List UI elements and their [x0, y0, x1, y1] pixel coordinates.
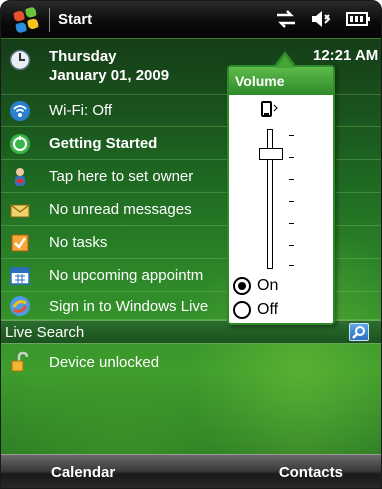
volume-popup: Volume On Off [227, 51, 335, 325]
battery-icon[interactable] [345, 10, 371, 28]
wifi-icon [9, 100, 31, 122]
device-status-label: Device unlocked [49, 353, 160, 371]
slider-tick [289, 223, 294, 224]
time-text: 12:21 AM [313, 47, 379, 64]
calendar-icon [9, 265, 31, 287]
today-item-label: Tap here to set owner [49, 168, 194, 185]
windows-flag-icon[interactable] [7, 1, 46, 39]
connectivity-icon[interactable] [275, 10, 297, 28]
today-item-label: Sign in to Windows Live [49, 297, 209, 315]
clock-icon [9, 49, 31, 75]
today-item-device-lock[interactable]: Device unlocked [1, 346, 381, 378]
speaker-muted-icon[interactable] [309, 9, 333, 29]
title-separator [49, 7, 50, 32]
softkey-contacts[interactable]: Contacts [279, 464, 343, 481]
sound-off-radio[interactable] [233, 301, 251, 319]
today-item-label: No unread messages [49, 201, 192, 218]
tasks-icon [9, 232, 31, 254]
device-screen: Start Thursday January 01, 2009 12:21 AM… [0, 0, 382, 489]
getting-started-icon [9, 133, 31, 155]
unlocked-padlock-icon [9, 351, 31, 373]
weekday-text: Thursday [49, 48, 117, 65]
search-icon[interactable] [349, 323, 369, 341]
today-item-label: No tasks [49, 234, 108, 251]
slider-tick [289, 265, 294, 266]
slider-tick [289, 135, 294, 136]
windows-live-icon [9, 295, 31, 317]
device-speaker-icon [261, 101, 281, 124]
date-text: January 01, 2009 [49, 67, 170, 84]
slider-tick [289, 179, 294, 180]
sound-off-label: Off [257, 301, 279, 318]
sound-on-radio[interactable] [233, 277, 251, 295]
sound-on-label: On [257, 277, 279, 294]
status-icons [275, 9, 371, 29]
volume-body: On Off [229, 95, 333, 323]
sound-off-option[interactable]: Off [233, 301, 278, 319]
volume-title: Volume [229, 67, 333, 95]
today-item-label: Wi-Fi: Off [49, 102, 113, 119]
slider-tick [289, 245, 294, 246]
start-menu-title[interactable]: Start [58, 11, 92, 28]
live-search-label: Live Search [5, 323, 85, 341]
volume-slider-thumb[interactable] [259, 148, 283, 161]
envelope-icon [9, 199, 31, 221]
slider-tick [289, 201, 294, 202]
today-item-label: No upcoming appointm [49, 267, 204, 284]
slider-tick [289, 157, 294, 158]
popup-pointer-fill [276, 55, 294, 68]
today-item-label: Getting Started [49, 135, 158, 152]
softkey-calendar[interactable]: Calendar [51, 464, 115, 481]
title-bar: Start [1, 1, 381, 39]
owner-icon [9, 166, 31, 188]
sound-on-option[interactable]: On [233, 277, 278, 295]
softkey-bar: Calendar Contacts [1, 454, 381, 488]
